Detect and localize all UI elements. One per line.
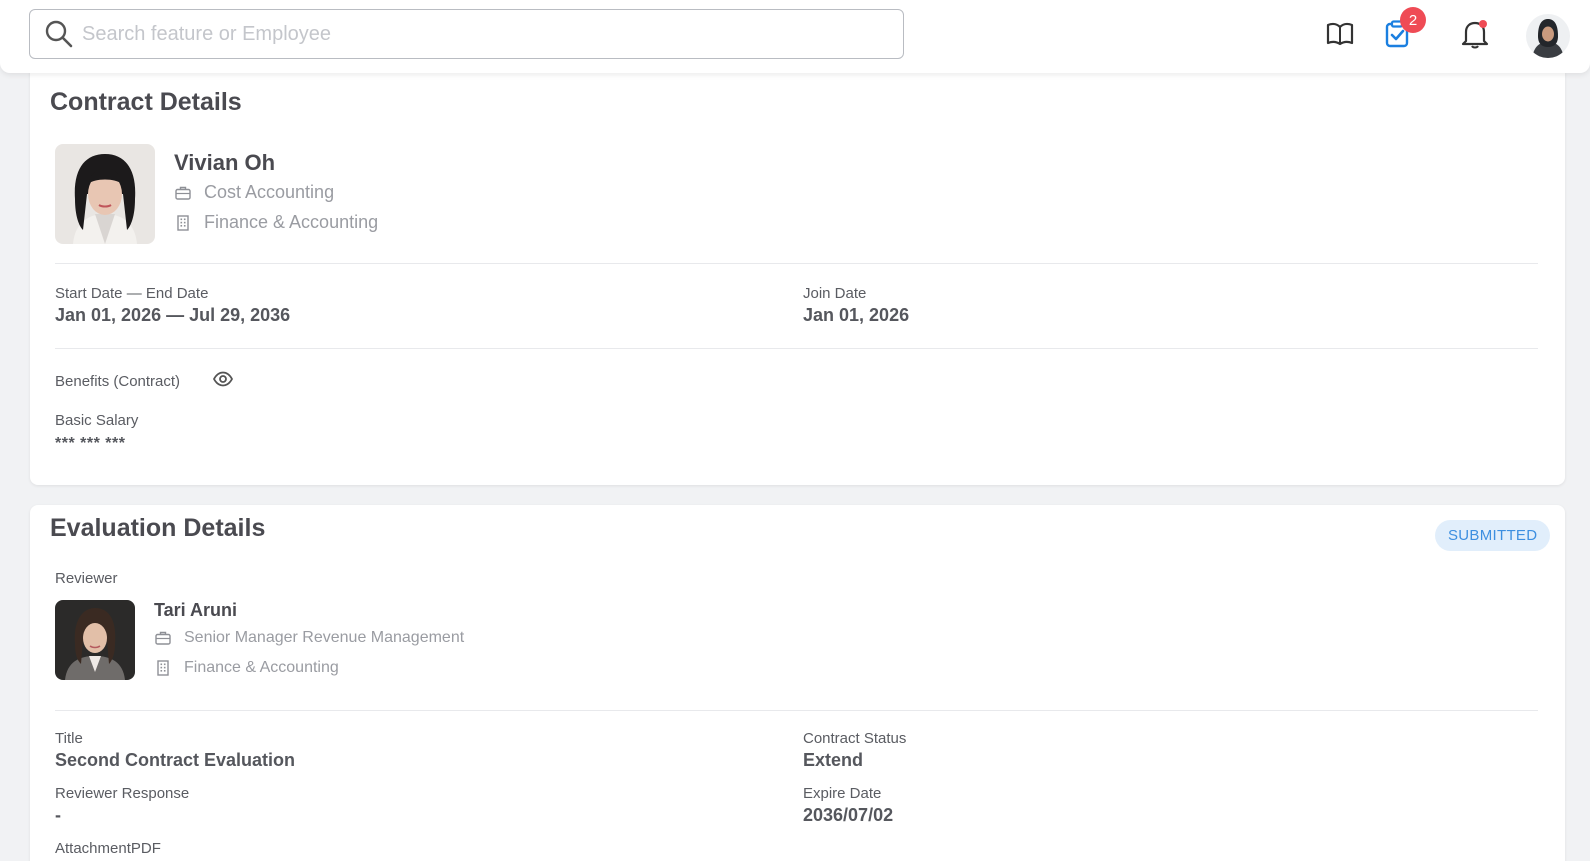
briefcase-icon: [154, 629, 172, 647]
contract-status-label: Contract Status: [803, 730, 907, 747]
briefcase-icon: [174, 184, 192, 202]
reviewer-department-row: Finance & Accounting: [154, 659, 339, 677]
start-end-date-value: Jan 01, 2026 — Jul 29, 2036: [55, 305, 291, 325]
benefits-label: Benefits (Contract): [55, 373, 181, 390]
contract-details-card: Contract Details Vivian Oh Cost Accounti…: [30, 60, 1565, 485]
start-end-date-label: Start Date — End Date: [55, 285, 209, 302]
book-icon[interactable]: [1324, 18, 1356, 50]
bell-icon[interactable]: [1459, 18, 1491, 50]
employee-department: Finance & Accounting: [204, 212, 379, 232]
reviewer-position-row: Senior Manager Revenue Management: [154, 629, 464, 647]
evaluation-details-title: Evaluation Details: [50, 514, 266, 542]
employee-position-row: Cost Accounting: [174, 182, 334, 203]
status-badge: SUBMITTED: [1435, 520, 1551, 551]
reviewer-name: Tari Aruni: [154, 600, 238, 620]
reviewer-position: Senior Manager Revenue Management: [184, 629, 465, 646]
divider: [55, 348, 1538, 349]
building-icon: [154, 659, 172, 677]
search-icon: [45, 20, 73, 48]
building-icon: [174, 214, 192, 232]
search-box[interactable]: [29, 9, 904, 59]
divider: [55, 263, 1538, 264]
join-date-label: Join Date: [803, 285, 867, 302]
employee-position: Cost Accounting: [204, 182, 335, 202]
contract-status-value: Extend: [803, 750, 864, 770]
user-avatar[interactable]: [1526, 14, 1570, 58]
expire-date-label: Expire Date: [803, 785, 882, 802]
employee-photo: [55, 144, 155, 244]
basic-salary-label: Basic Salary: [55, 412, 139, 429]
reviewer-response-value: -: [55, 805, 61, 825]
eye-toggle-icon[interactable]: [212, 368, 234, 390]
evaluation-title-label: Title: [55, 730, 83, 747]
divider: [55, 710, 1538, 711]
evaluation-title-value: Second Contract Evaluation: [55, 750, 296, 770]
employee-name: Vivian Oh: [174, 150, 276, 175]
join-date-value: Jan 01, 2026: [803, 305, 910, 325]
evaluation-details-card: Evaluation Details SUBMITTED Reviewer Ta…: [30, 505, 1565, 861]
search-input[interactable]: [82, 22, 862, 46]
contract-details-title: Contract Details: [50, 88, 242, 116]
top-bar: 2: [0, 0, 1590, 73]
reviewer-label: Reviewer: [55, 570, 118, 587]
reviewer-photo: [55, 600, 135, 680]
reviewer-department: Finance & Accounting: [184, 659, 339, 676]
employee-department-row: Finance & Accounting: [174, 212, 378, 233]
task-count-badge: 2: [1400, 7, 1426, 33]
expire-date-value: 2036/07/02: [803, 805, 894, 825]
basic-salary-value: *** *** ***: [55, 435, 126, 452]
reviewer-response-label: Reviewer Response: [55, 785, 190, 802]
attachment-label: AttachmentPDF: [55, 840, 161, 857]
